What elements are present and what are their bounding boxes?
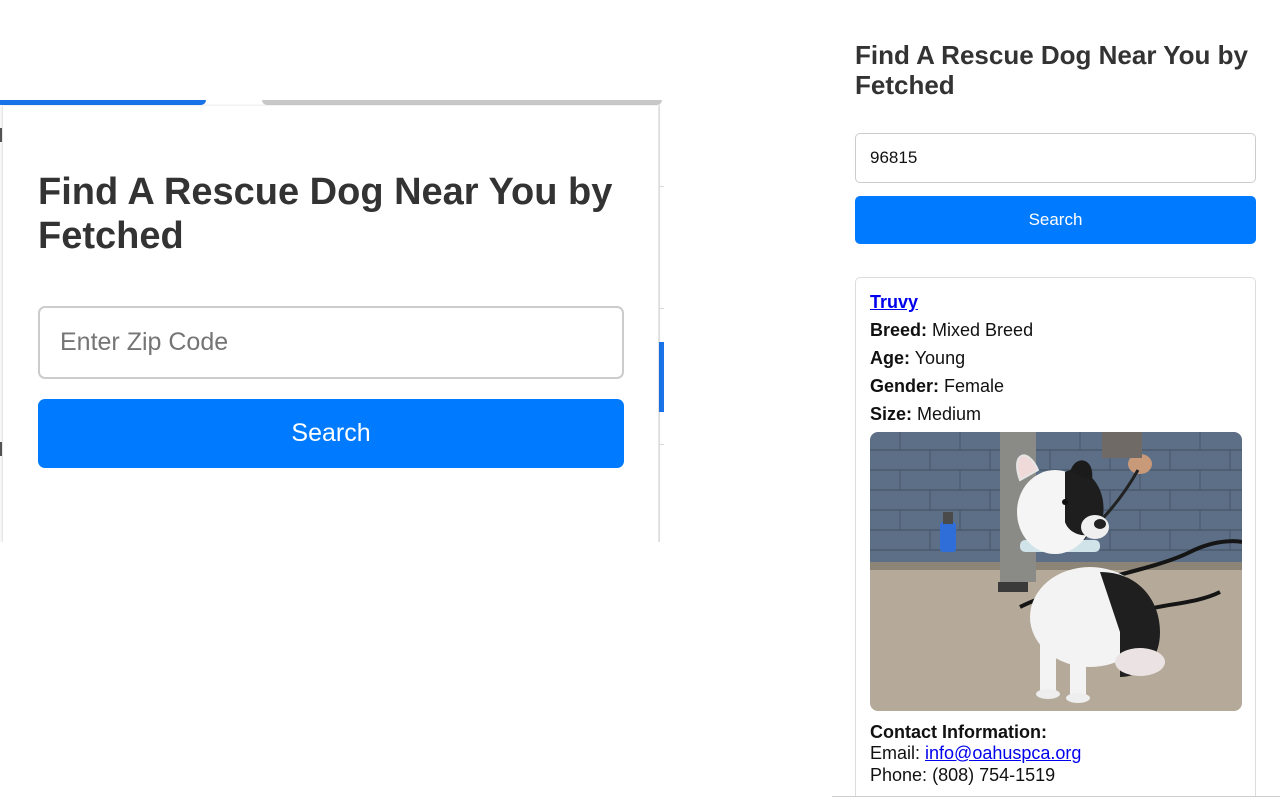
dog-photo-image [870,432,1242,711]
age-label: Age: [870,348,910,368]
popup-zoomed-view: Find A Rescue Dog Near You by Fetched Se… [0,100,664,542]
age-value: Young [914,348,966,368]
zip-code-input[interactable] [38,306,624,379]
phone-row: Phone: (808) 754-1519 [870,765,1055,786]
dog-photo [870,432,1242,711]
email-link[interactable]: info@oahuspca.org [925,743,1081,763]
size-value: Medium [917,404,982,424]
breed-label: Breed: [870,320,928,340]
email-label: Email: [870,743,921,763]
dog-name-link[interactable]: Truvy [870,292,918,313]
gender-label: Gender: [870,376,940,396]
contact-heading: Contact Information: [870,722,1047,742]
background-active-tab [0,100,206,105]
view-bottom-edge [832,796,1280,800]
gender-value: Female [944,376,1005,396]
phone-label: Phone: [870,765,928,785]
background-divider [660,308,664,309]
background-divider [660,186,664,187]
search-button[interactable]: Search [855,196,1256,244]
size-row: Size: Medium [870,404,981,425]
breed-row: Breed: Mixed Breed [870,320,1033,341]
search-button[interactable]: Search [38,399,624,468]
extension-popup: Find A Rescue Dog Near You by Fetched Se… [2,106,659,542]
background-button-fragment [659,342,664,412]
page-title: Find A Rescue Dog Near You by Fetched [38,171,613,257]
email-row: Email: info@oahuspca.org [870,743,1081,764]
breed-value: Mixed Breed [932,320,1034,340]
background-inactive-tab [262,100,662,105]
phone-value: (808) 754-1519 [932,765,1056,785]
page-title: Find A Rescue Dog Near You by Fetched [855,40,1248,100]
screenshot-stage: Find A Rescue Dog Near You by Fetched Se… [0,0,1280,800]
background-divider [660,444,664,445]
background-page-strip [659,104,664,542]
zip-code-input[interactable] [855,133,1256,183]
age-row: Age: Young [870,348,965,369]
results-view: Find A Rescue Dog Near You by Fetched Se… [832,0,1280,800]
gender-row: Gender: Female [870,376,1004,397]
dog-result-card: Truvy Breed: Mixed Breed Age: Young Gend… [855,277,1256,800]
size-label: Size: [870,404,913,424]
